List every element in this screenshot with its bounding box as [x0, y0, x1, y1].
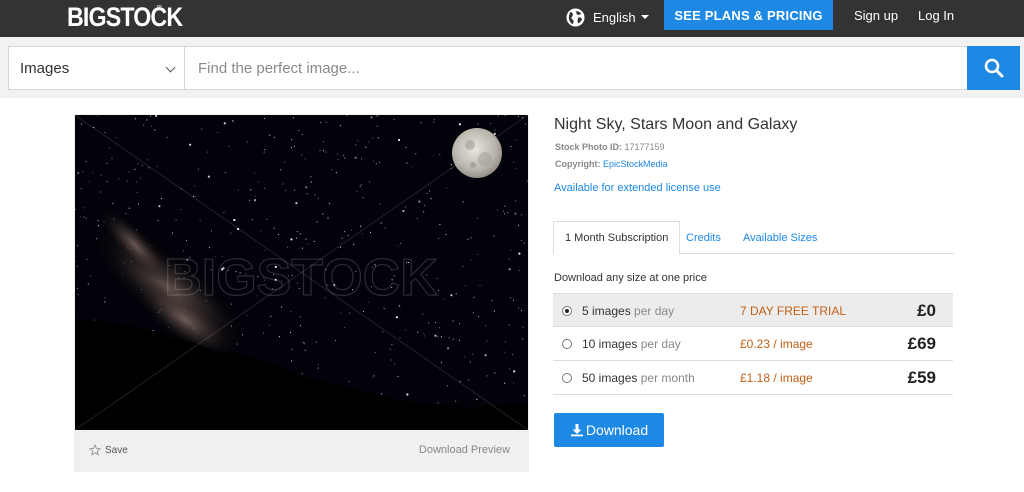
- radio-icon[interactable]: [562, 373, 572, 383]
- tab-available-sizes[interactable]: Available Sizes: [743, 221, 817, 254]
- category-select-value: Images: [20, 59, 70, 77]
- download-icon: [570, 424, 583, 437]
- radio-selected-icon[interactable]: [562, 306, 572, 316]
- category-select[interactable]: Images: [9, 47, 185, 89]
- plan-price: £59: [907, 368, 936, 387]
- copyright-link[interactable]: EpicStockMedia: [603, 159, 668, 169]
- search-input[interactable]: [186, 47, 967, 89]
- plan-option-50-per-month[interactable]: 50 images per month £1.18 / image £59: [553, 361, 953, 395]
- radio-icon[interactable]: [562, 339, 572, 349]
- download-button[interactable]: Download: [554, 413, 664, 447]
- plan-list: 5 images per day 7 DAY FREE TRIAL £0 10 …: [553, 293, 953, 395]
- download-label: Download: [585, 422, 649, 438]
- globe-icon: [566, 7, 585, 27]
- plan-offer: £1.18 / image: [740, 371, 813, 385]
- plan-option-10-per-day[interactable]: 10 images per day £0.23 / image £69: [553, 327, 953, 361]
- language-label: English: [593, 9, 636, 25]
- tab-credits[interactable]: Credits: [686, 221, 721, 254]
- signup-link[interactable]: Sign up: [854, 8, 898, 23]
- caret-down-icon: [640, 15, 649, 19]
- image-title: Night Sky, Stars Moon and Galaxy: [554, 116, 798, 133]
- extended-license-link[interactable]: Available for extended license use: [554, 182, 721, 194]
- night-sky-image: BIGSTOCK: [75, 115, 528, 430]
- plan-count: 50 images per month: [582, 371, 695, 385]
- plan-count-value: 50 images: [582, 371, 638, 385]
- download-preview-link[interactable]: Download Preview: [419, 444, 510, 456]
- pricing-tabs: 1 Month Subscription Credits Available S…: [553, 221, 954, 255]
- search-icon: [984, 58, 1003, 78]
- plan-count-value: 5 images: [582, 304, 631, 318]
- search-button[interactable]: [967, 46, 1020, 90]
- trademark-mark: ™: [156, 5, 162, 11]
- star-icon: [89, 444, 101, 456]
- bigstock-logo[interactable]: BIGSTOCK: [67, 2, 183, 32]
- plan-price: £0: [917, 301, 936, 320]
- plan-count: 5 images per day: [582, 304, 674, 318]
- search-bar-section: Images: [0, 37, 1024, 98]
- tab-1-month-subscription[interactable]: 1 Month Subscription: [553, 221, 681, 255]
- plan-period: per month: [640, 371, 695, 385]
- plan-count: 10 images per day: [582, 337, 681, 351]
- watermark-text: BIGSTOCK: [164, 249, 438, 307]
- top-navigation-bar: BIGSTOCK ™ English SEE PLANS & PRICING S…: [0, 0, 1024, 37]
- plan-offer: £0.23 / image: [740, 337, 813, 351]
- plan-option-5-per-day[interactable]: 5 images per day 7 DAY FREE TRIAL £0: [553, 293, 953, 327]
- save-label: Save: [105, 444, 128, 456]
- save-button[interactable]: Save: [89, 444, 128, 456]
- copyright-info: Copyright: EpicStockMedia: [555, 159, 668, 169]
- plan-period: per day: [634, 304, 675, 318]
- search-box: Images: [8, 46, 1020, 90]
- copyright-label: Copyright:: [555, 159, 601, 169]
- plan-count-value: 10 images: [582, 337, 638, 351]
- plan-price: £69: [907, 334, 936, 353]
- stock-photo[interactable]: BIGSTOCK: [75, 115, 528, 430]
- stock-id-value: 17177159: [624, 142, 665, 152]
- plan-period: per day: [640, 337, 681, 351]
- plan-offer: 7 DAY FREE TRIAL: [740, 304, 847, 318]
- language-selector[interactable]: English: [566, 6, 649, 28]
- stock-id-label: Stock Photo ID:: [555, 142, 622, 152]
- image-preview-panel: BIGSTOCK Save Download Preview: [74, 114, 529, 472]
- stock-photo-id: Stock Photo ID: 17177159: [555, 142, 665, 152]
- pricing-intro: Download any size at one price: [554, 272, 707, 284]
- see-plans-pricing-button[interactable]: SEE PLANS & PRICING: [664, 0, 833, 30]
- login-link[interactable]: Log In: [918, 8, 954, 23]
- chevron-down-icon: [165, 62, 176, 73]
